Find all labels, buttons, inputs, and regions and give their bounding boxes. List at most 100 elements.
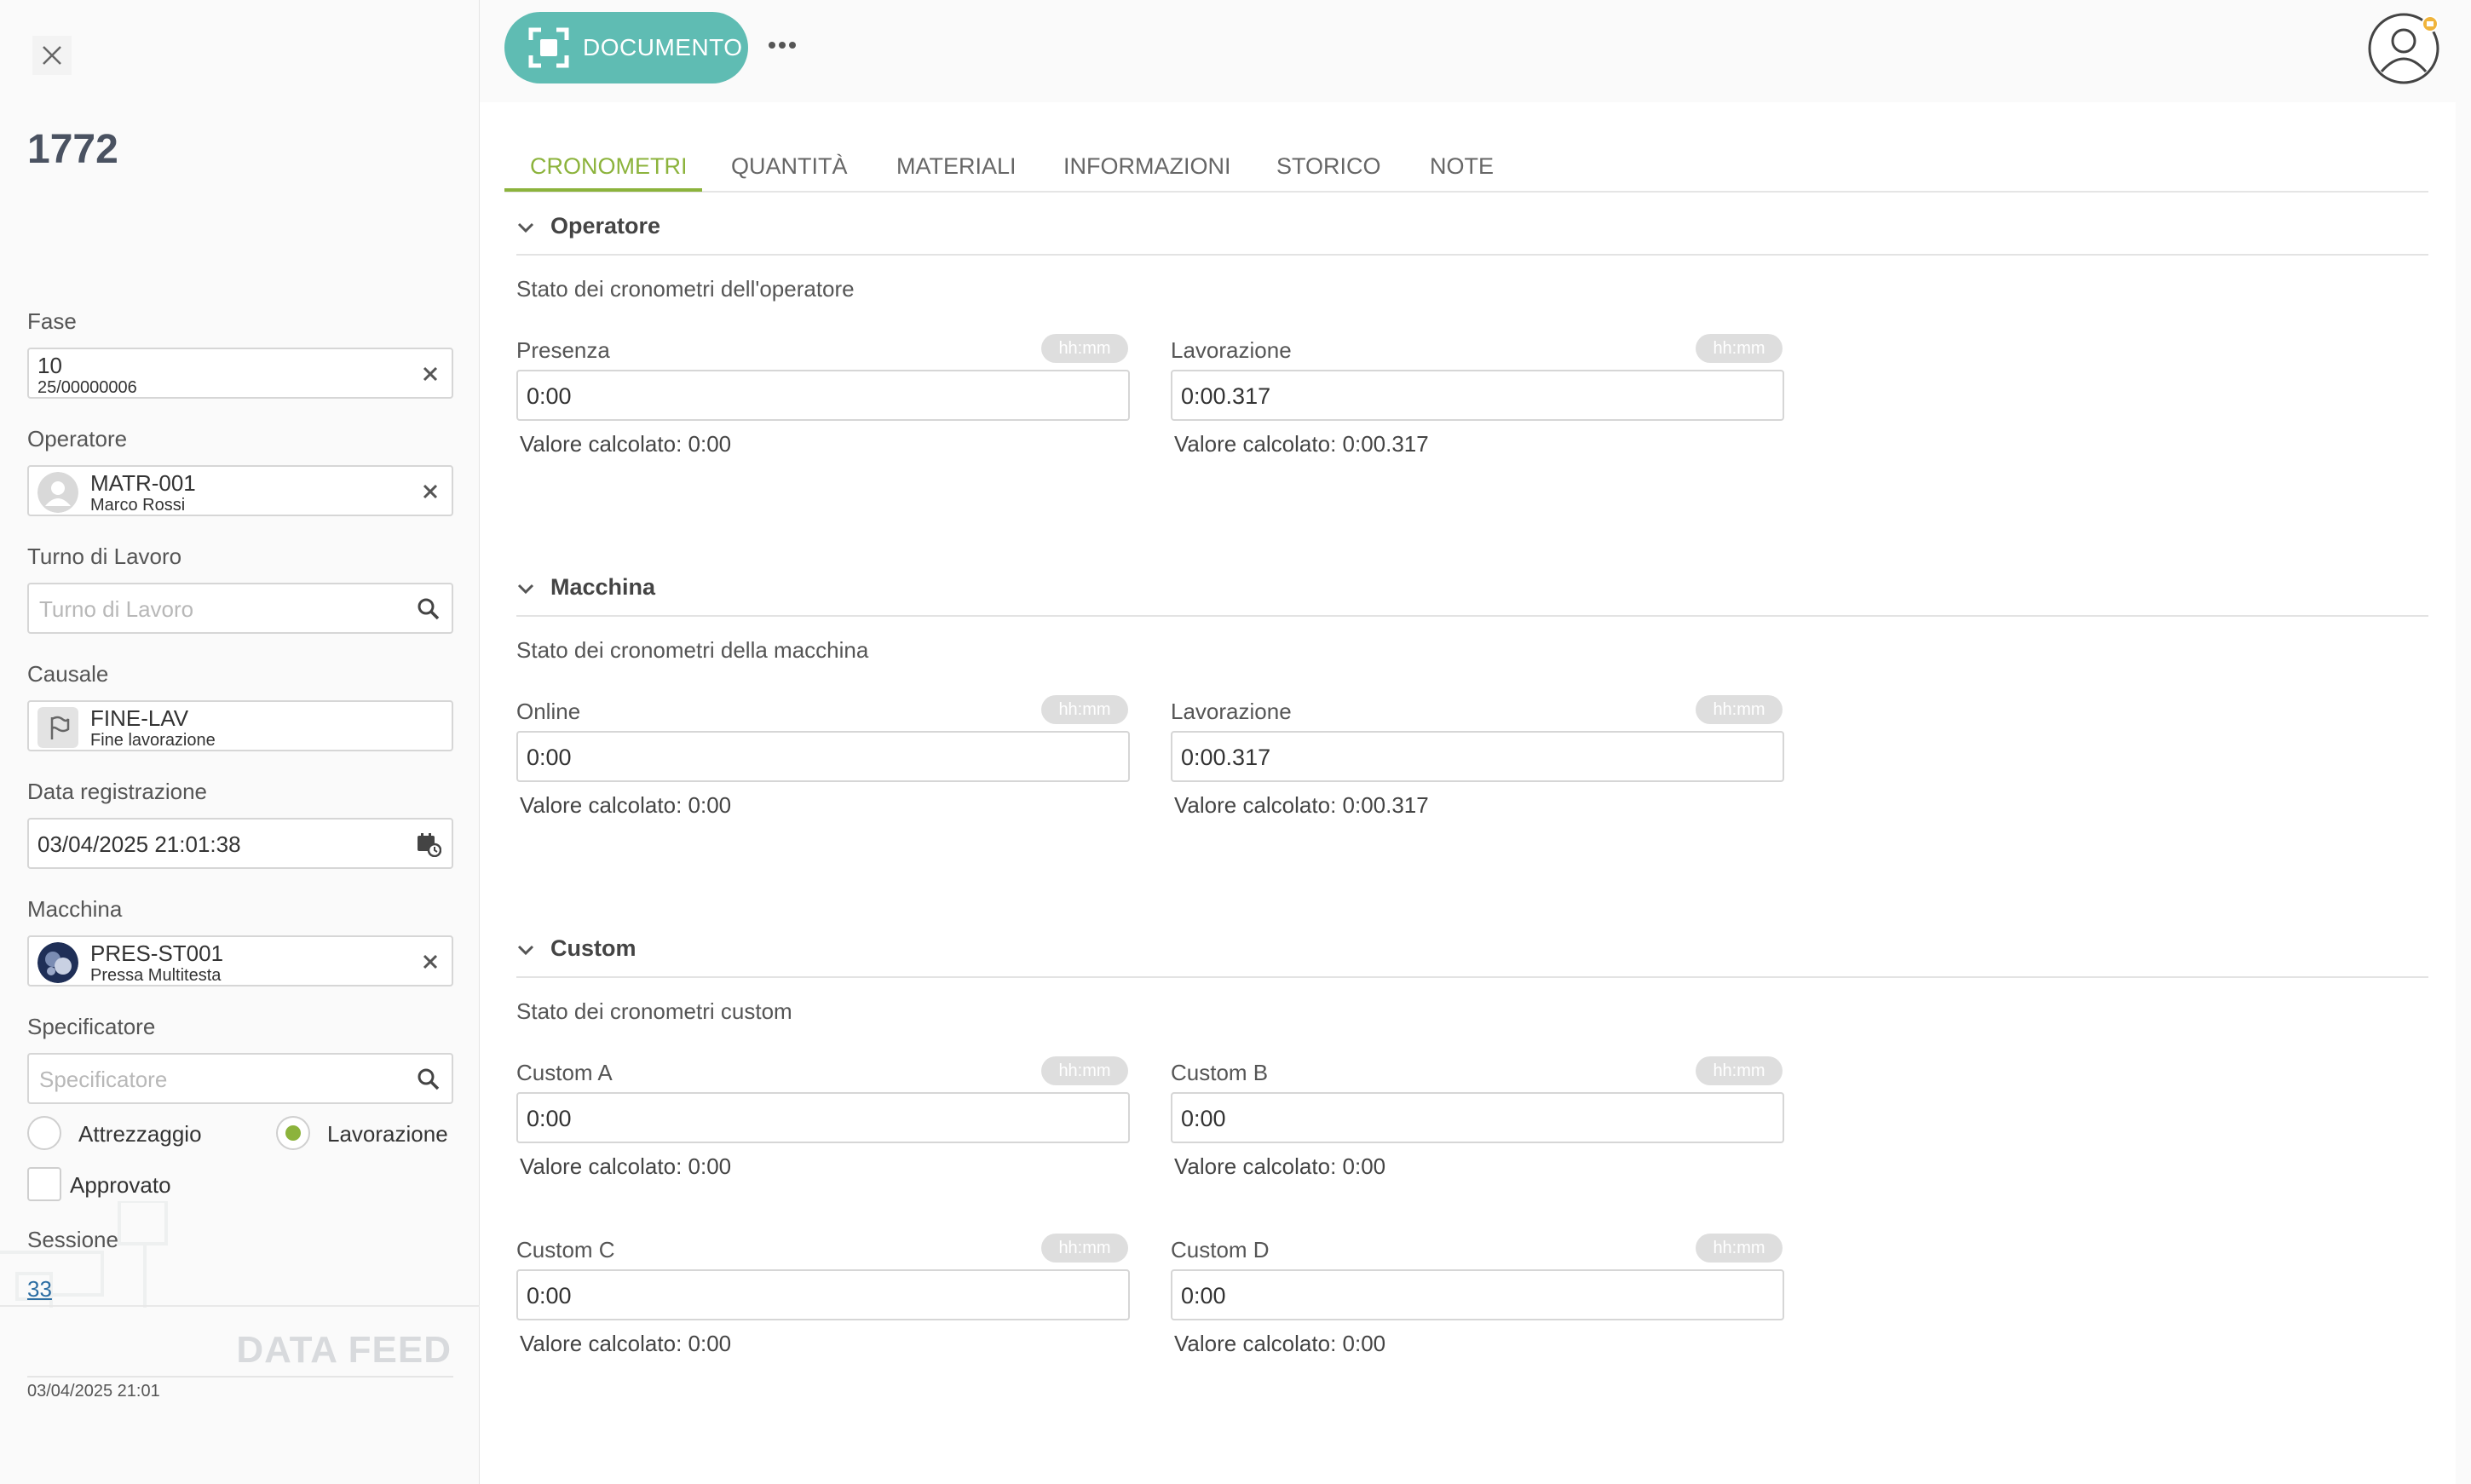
section-macchina-desc: Stato dei cronometri della macchina <box>516 637 869 663</box>
operatore-field[interactable]: MATR-001 Marco Rossi <box>27 465 453 516</box>
section-operatore-title: Operatore <box>550 213 661 239</box>
divider <box>516 254 2428 256</box>
window-edge <box>2456 0 2471 1484</box>
fase-field[interactable]: 10 25/00000006 <box>27 348 453 399</box>
flag-icon <box>37 707 78 748</box>
radio-lavorazione-label: Lavorazione <box>327 1121 448 1147</box>
timer-custom-d-input[interactable]: 0:00 <box>1171 1269 1784 1320</box>
search-icon[interactable] <box>416 596 441 622</box>
scan-document-icon <box>528 27 569 68</box>
datafeed-date: 03/04/2025 21:01 <box>27 1382 160 1401</box>
section-custom-desc: Stato dei cronometri custom <box>516 998 792 1024</box>
timer-online-calc: Valore calcolato: 0:00 <box>520 792 732 818</box>
timer-lavorazione-macchina-input[interactable]: 0:00.317 <box>1171 731 1784 782</box>
tipo-radio-group: Attrezzaggio Lavorazione <box>27 1116 453 1153</box>
section-custom-title: Custom <box>550 935 636 961</box>
timer-lavorazione-input[interactable]: 0:00.317 <box>1171 370 1784 421</box>
clear-icon[interactable] <box>419 480 441 503</box>
turno-placeholder: Turno di Lavoro <box>39 596 194 622</box>
chevron-down-icon <box>517 945 534 955</box>
datafeed-logo: DATA FEED <box>236 1329 452 1371</box>
calendar-clock-icon[interactable] <box>416 831 441 857</box>
causale-label: Causale <box>27 661 109 687</box>
timer-custom-d-label: Custom D <box>1171 1237 1270 1263</box>
user-avatar-icon <box>37 472 78 513</box>
approvato-label: Approvato <box>70 1172 171 1198</box>
more-options-icon[interactable] <box>765 32 799 58</box>
format-badge: hh:mm <box>1041 334 1128 363</box>
divider <box>27 1376 453 1378</box>
causale-sub: Fine lavorazione <box>90 731 216 750</box>
timer-custom-c-input[interactable]: 0:00 <box>516 1269 1130 1320</box>
format-badge: hh:mm <box>1696 1234 1783 1263</box>
detail-panel: 1772 Fase 10 25/00000006 Operatore MATR-… <box>0 0 480 1484</box>
timer-custom-b-input[interactable]: 0:00 <box>1171 1092 1784 1143</box>
causale-field[interactable]: FINE-LAV Fine lavorazione <box>27 700 453 751</box>
user-account-icon[interactable] <box>2367 12 2440 85</box>
timer-custom-b-calc: Valore calcolato: 0:00 <box>1174 1153 1386 1179</box>
fase-sub: 25/00000006 <box>37 378 137 397</box>
timer-lavorazione-macchina-calc: Valore calcolato: 0:00.317 <box>1174 792 1429 818</box>
document-button[interactable]: DOCUMENTO <box>504 12 748 83</box>
section-custom-header[interactable]: Custom <box>516 935 636 962</box>
divider <box>0 1305 480 1307</box>
data-registrazione-value: 03/04/2025 21:01:38 <box>37 831 241 857</box>
macchina-field[interactable]: PRES-ST001 Pressa Multitesta <box>27 935 453 986</box>
section-macchina-title: Macchina <box>550 574 656 600</box>
macchina-value: PRES-ST001 <box>90 940 224 966</box>
search-icon[interactable] <box>416 1067 441 1092</box>
divider <box>516 976 2428 978</box>
timer-online-input[interactable]: 0:00 <box>516 731 1130 782</box>
format-badge: hh:mm <box>1041 1056 1128 1085</box>
timer-custom-d-calc: Valore calcolato: 0:00 <box>1174 1331 1386 1356</box>
timer-custom-a-calc: Valore calcolato: 0:00 <box>520 1153 732 1179</box>
timer-lavorazione-calc: Valore calcolato: 0:00.317 <box>1174 431 1429 457</box>
close-icon <box>43 46 61 65</box>
format-badge: hh:mm <box>1696 1056 1783 1085</box>
timer-lavorazione-label: Lavorazione <box>1171 337 1292 363</box>
fase-label: Fase <box>27 308 77 334</box>
timer-presenza-input[interactable]: 0:00 <box>516 370 1130 421</box>
timer-custom-a-input[interactable]: 0:00 <box>516 1092 1130 1143</box>
operatore-label: Operatore <box>27 426 128 452</box>
section-operatore-desc: Stato dei cronometri dell'operatore <box>516 276 855 302</box>
machine-image-icon <box>37 942 78 983</box>
fase-value: 10 <box>37 353 62 378</box>
format-badge: hh:mm <box>1041 695 1128 724</box>
timer-presenza-calc: Valore calcolato: 0:00 <box>520 431 732 457</box>
timer-online-label: Online <box>516 699 581 724</box>
timer-custom-c-label: Custom C <box>516 1237 615 1263</box>
timer-custom-a-label: Custom A <box>516 1060 613 1085</box>
approvato-checkbox[interactable] <box>27 1167 61 1201</box>
data-registrazione-label: Data registrazione <box>27 779 207 804</box>
data-registrazione-input[interactable]: 03/04/2025 21:01:38 <box>27 818 453 869</box>
macchina-label: Macchina <box>27 896 123 922</box>
timer-presenza-label: Presenza <box>516 337 610 363</box>
divider <box>516 615 2428 617</box>
format-badge: hh:mm <box>1696 695 1783 724</box>
radio-lavorazione[interactable] <box>276 1116 310 1150</box>
sessione-link[interactable]: 33 <box>27 1276 52 1303</box>
sessione-label: Sessione <box>27 1227 118 1252</box>
active-tab-indicator <box>504 188 702 192</box>
specificatore-label: Specificatore <box>27 1014 156 1039</box>
section-operatore-header[interactable]: Operatore <box>516 213 660 239</box>
timer-lavorazione-macchina-label: Lavorazione <box>1171 699 1292 724</box>
specificatore-placeholder: Specificatore <box>39 1067 168 1092</box>
chevron-down-icon <box>517 584 534 594</box>
operatore-sub: Marco Rossi <box>90 496 186 515</box>
close-button[interactable] <box>32 36 72 75</box>
timer-custom-c-calc: Valore calcolato: 0:00 <box>520 1331 732 1356</box>
turno-input[interactable]: Turno di Lavoro <box>27 583 453 634</box>
section-macchina-header[interactable]: Macchina <box>516 574 655 601</box>
timer-custom-b-label: Custom B <box>1171 1060 1269 1085</box>
radio-attrezzaggio[interactable] <box>27 1116 61 1150</box>
macchina-sub: Pressa Multitesta <box>90 966 222 985</box>
radio-attrezzaggio-label: Attrezzaggio <box>78 1121 202 1147</box>
clear-icon[interactable] <box>419 363 441 385</box>
clear-icon[interactable] <box>419 951 441 973</box>
record-title: 1772 <box>27 127 118 172</box>
specificatore-input[interactable]: Specificatore <box>27 1053 453 1104</box>
document-button-label: DOCUMENTO <box>583 34 743 60</box>
turno-label: Turno di Lavoro <box>27 544 182 569</box>
